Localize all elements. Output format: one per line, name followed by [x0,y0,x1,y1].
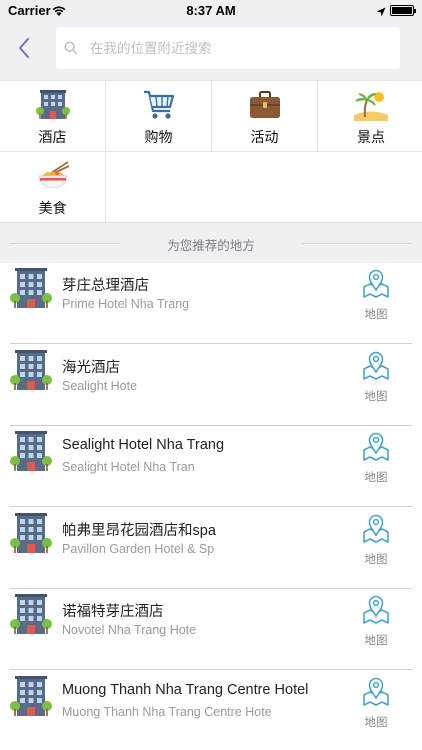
battery-icon [390,5,416,16]
chevron-left-icon [19,38,29,58]
hotel-row[interactable]: 帕弗里昂花园酒店和spa Pavillon Garden Hotel & Sp 地图 [0,508,422,589]
map-button[interactable]: 地图 [356,512,396,566]
category-food[interactable]: 美食 [0,152,106,223]
hotel-row[interactable]: Muong Thanh Nha Trang Centre Hotel Muong … [0,671,422,750]
hotel-subtitle: Sealight Hote [62,378,138,393]
section-header: 为您推荐的地方 [0,222,422,263]
map-pin-icon [356,267,396,304]
map-pin-icon [356,349,396,386]
category-label: 美食 [38,200,67,216]
map-label: 地图 [364,472,388,484]
back-button[interactable] [10,34,38,62]
map-button[interactable]: 地图 [356,267,396,321]
category-label: 酒店 [38,129,67,145]
hotel-icon [10,267,52,311]
map-button[interactable]: 地图 [356,349,396,403]
briefcase-icon [249,91,280,118]
map-label: 地图 [364,716,388,729]
map-pin-icon [356,430,396,467]
hotel-name: 海光酒店 [62,359,120,376]
map-label: 地图 [364,635,388,647]
hotel-icon [10,512,52,556]
map-button[interactable]: 地图 [356,593,396,647]
hotel-name: 诺福特芽庄酒店 [62,604,164,620]
divider-line [302,243,412,244]
hotel-subtitle: Muong Thanh Nha Trang Centre Hote [62,704,272,719]
category-label: 景点 [357,129,385,145]
map-label: 地图 [364,553,388,566]
section-title: 为您推荐的地方 [167,239,255,253]
category-label: 购物 [144,129,173,145]
navigation-bar [0,22,422,80]
clock: 8:37 AM [186,3,236,18]
hotel-subtitle: Novotel Nha Trang Hote [62,623,197,637]
map-pin-icon [356,675,396,712]
hotel-subtitle: Sealight Hotel Nha Tran [62,460,195,474]
hotel-subtitle: Pavillon Garden Hotel & Sp [62,541,215,556]
category-attractions[interactable]: 景点 [318,81,422,152]
shopping-cart-icon [143,90,174,119]
map-label: 地图 [364,309,388,321]
hotel-name: Sealight Hotel Nha Trang [62,437,225,453]
hotel-subtitle: Prime Hotel Nha Trang [62,297,190,311]
hotel-icon [35,90,70,119]
map-button[interactable]: 地图 [356,430,396,484]
category-grid: 酒店 购物 活动 景点 美食 [0,80,422,223]
noodle-bowl-icon [37,161,69,189]
search-input[interactable] [90,37,390,59]
hotel-row[interactable]: 芽庄总理酒店 Prime Hotel Nha Trang 地图 [0,263,422,344]
map-pin-icon [356,593,396,630]
hotel-icon [10,593,52,637]
beach-icon [354,92,388,121]
hotel-name: Muong Thanh Nha Trang Centre Hotel [62,681,309,698]
category-hotel[interactable]: 酒店 [0,81,106,152]
hotel-row[interactable]: 海光酒店 Sealight Hote 地图 [0,345,422,426]
category-shopping[interactable]: 购物 [106,81,212,152]
hotel-row[interactable]: 诺福特芽庄酒店 Novotel Nha Trang Hote 地图 [0,589,422,670]
map-label: 地图 [364,390,388,403]
location-arrow-icon [376,4,386,22]
map-pin-icon [356,512,396,549]
map-button[interactable]: 地图 [356,675,396,729]
category-label: 活动 [250,129,279,145]
search-box[interactable] [56,27,400,69]
hotel-row[interactable]: Sealight Hotel Nha Trang Sealight Hotel N… [0,426,422,507]
hotel-name: 芽庄总理酒店 [62,278,149,294]
hotel-icon [10,430,52,474]
hotel-icon [10,349,52,393]
hotel-name: 帕弗里昂花园酒店和spa [62,522,216,539]
status-bar: Carrier 8:37 AM [0,0,422,22]
search-icon [64,41,78,60]
category-activities[interactable]: 活动 [212,81,318,152]
hotel-icon [10,675,52,719]
